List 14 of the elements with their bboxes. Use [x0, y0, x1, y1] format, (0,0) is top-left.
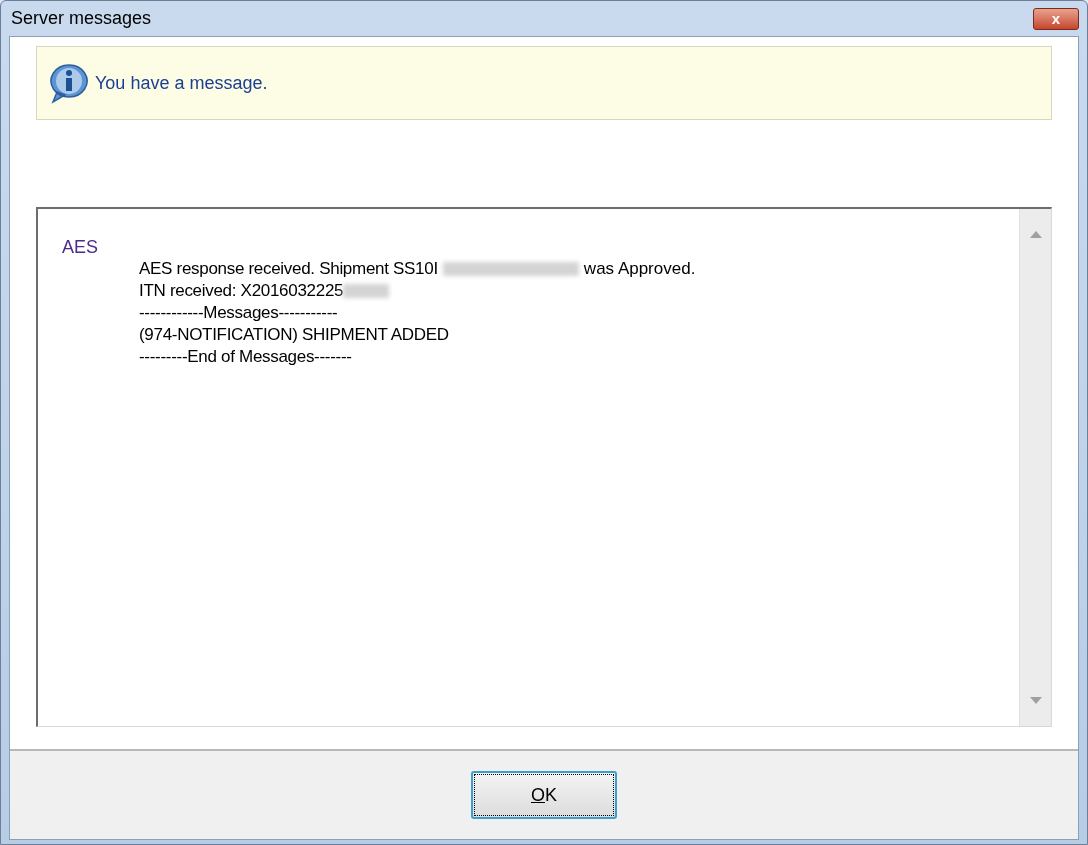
scrollbar[interactable] [1019, 209, 1051, 726]
scroll-down-icon[interactable] [1029, 697, 1042, 704]
banner-text: You have a message. [95, 71, 268, 95]
message-line: was Approved. [583, 258, 696, 280]
message-line: ---------End of Messages------- [139, 346, 352, 368]
message-line: (974-NOTIFICATION) SHIPMENT ADDED [139, 324, 449, 346]
message-source: AES [62, 236, 100, 258]
scroll-up-icon[interactable] [1029, 231, 1042, 238]
message-line: AES response received. Shipment SS10I [139, 258, 438, 280]
window-title: Server messages [11, 7, 152, 30]
info-icon [47, 62, 91, 104]
message-line: ITN received: X2016032225 [139, 280, 344, 302]
ok-button[interactable]: OK [471, 771, 617, 819]
message-line: ------------Messages----------- [139, 302, 338, 324]
